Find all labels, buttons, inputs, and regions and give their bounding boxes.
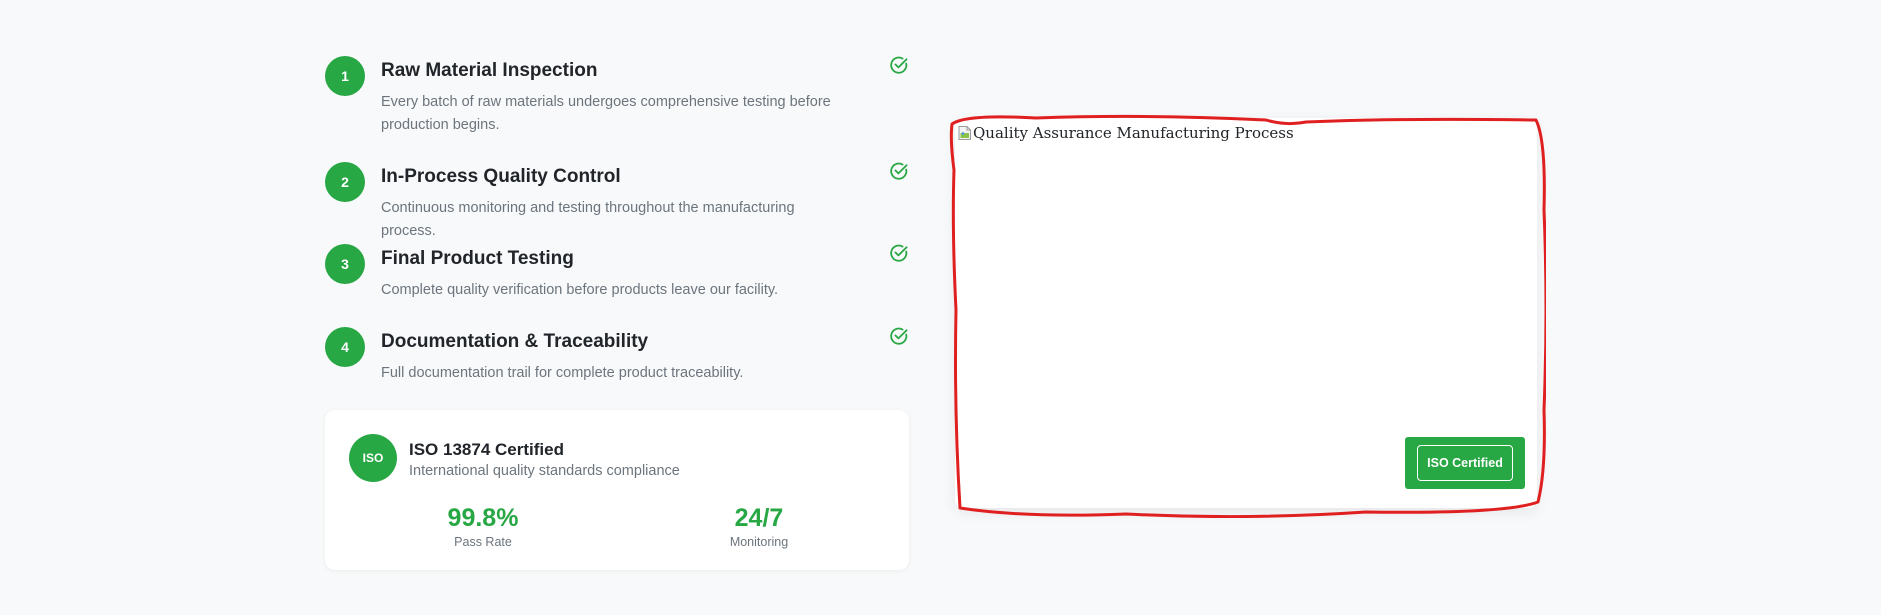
certification-title: ISO 13874 Certified [409,440,564,459]
certification-subtitle: International quality standards complian… [409,463,680,479]
step-body: In-Process Quality Control Continuous mo… [381,161,851,243]
check-circle-icon [890,327,908,345]
step-number-badge: 3 [325,244,365,284]
step-title: Raw Material Inspection [381,60,598,81]
check-circle-icon [890,244,908,262]
step-body: Documentation & Traceability Full docume… [381,326,851,385]
stat-label: Pass Rate [454,535,512,549]
stat-value: 99.8% [447,504,519,532]
process-image-alt-text: Quality Assurance Manufacturing Process [973,124,1294,142]
stat-pass-rate: 99.8% Pass Rate [403,503,563,549]
step-description: Every batch of raw materials undergoes c… [381,94,831,133]
quality-steps-list: 1 Raw Material Inspection Every batch of… [325,55,909,410]
check-circle-icon [890,162,908,180]
step-item-raw-material: 1 Raw Material Inspection Every batch of… [325,55,909,161]
process-image: Quality Assurance Manufacturing Process [957,124,1294,142]
iso-certification-card: ISO ISO 13874 Certified International qu… [325,410,909,570]
step-body: Raw Material Inspection Every batch of r… [381,55,851,137]
step-number-badge: 1 [325,56,365,96]
step-description: Continuous monitoring and testing throug… [381,200,795,239]
broken-image-icon [958,126,971,140]
iso-certified-label: ISO Certified [1417,445,1513,481]
step-description: Full documentation trail for complete pr… [381,365,744,381]
step-title: Documentation & Traceability [381,331,649,352]
step-number-badge: 4 [325,327,365,367]
stat-monitoring: 24/7 Monitoring [679,503,839,549]
iso-badge: ISO [349,434,397,482]
stat-value: 24/7 [734,504,784,532]
step-item-final-testing: 3 Final Product Testing Complete quality… [325,243,909,326]
stat-label: Monitoring [729,535,789,549]
step-item-documentation: 4 Documentation & Traceability Full docu… [325,326,909,410]
step-description: Complete quality verification before pro… [381,282,779,298]
step-body: Final Product Testing Complete quality v… [381,243,851,302]
step-title: Final Product Testing [381,248,574,269]
step-item-in-process: 2 In-Process Quality Control Continuous … [325,161,909,243]
step-number-badge: 2 [325,162,365,202]
check-circle-icon [890,56,908,74]
iso-certified-badge: ISO Certified [1405,437,1525,489]
step-title: In-Process Quality Control [381,166,621,187]
